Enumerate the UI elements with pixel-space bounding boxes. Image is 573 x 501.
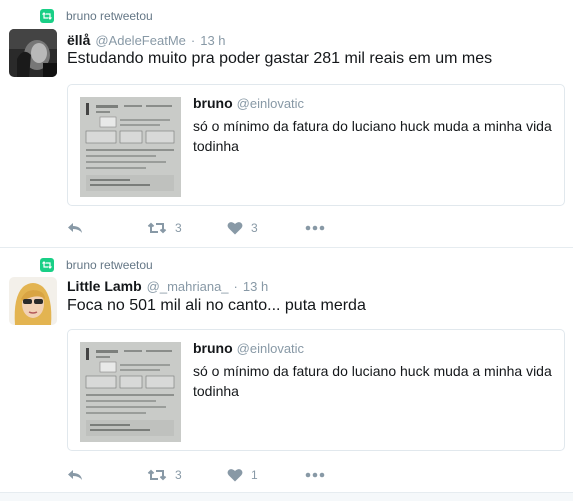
heart-icon bbox=[227, 468, 243, 482]
quoted-tweet-image[interactable] bbox=[80, 97, 181, 197]
like-button[interactable]: 1 bbox=[227, 468, 305, 482]
quoted-author-name[interactable]: bruno bbox=[193, 95, 233, 111]
like-button[interactable]: 3 bbox=[227, 221, 305, 235]
retweet-button[interactable]: 3 bbox=[147, 468, 227, 482]
retweet-context: bruno retweetou bbox=[40, 257, 153, 273]
tweet-text: Foca no 501 mil ali no canto... puta mer… bbox=[67, 297, 366, 314]
retweet-icon bbox=[40, 9, 54, 23]
quoted-tweet[interactable]: bruno @einlovatic só o mínimo da fatura … bbox=[67, 84, 565, 206]
like-count: 3 bbox=[251, 221, 258, 235]
quoted-tweet-header: bruno @einlovatic bbox=[193, 95, 304, 111]
retweet-icon bbox=[40, 258, 54, 272]
quoted-tweet[interactable]: bruno @einlovatic só o mínimo da fatura … bbox=[67, 329, 565, 451]
avatar[interactable] bbox=[9, 29, 57, 77]
timestamp[interactable]: 13 h bbox=[200, 33, 225, 48]
separator: · bbox=[190, 33, 196, 48]
more-icon bbox=[305, 472, 325, 478]
retweet-icon bbox=[147, 221, 167, 235]
more-icon bbox=[305, 225, 325, 231]
more-button[interactable] bbox=[305, 472, 325, 478]
retweet-icon bbox=[147, 468, 167, 482]
avatar[interactable] bbox=[9, 277, 57, 325]
reply-button[interactable] bbox=[67, 468, 147, 482]
tweet-header: ëllå @AdeleFeatMe · 13 h bbox=[67, 32, 226, 50]
like-count: 1 bbox=[251, 468, 258, 482]
quoted-author-name[interactable]: bruno bbox=[193, 340, 233, 356]
tweet[interactable]: bruno retweetou ëllå @AdeleFeatMe · 13 h… bbox=[0, 0, 573, 248]
reply-icon bbox=[67, 468, 83, 482]
timestamp[interactable]: 13 h bbox=[243, 279, 268, 294]
reply-icon bbox=[67, 221, 83, 235]
quoted-author-handle[interactable]: @einlovatic bbox=[237, 341, 304, 356]
retweet-button[interactable]: 3 bbox=[147, 221, 227, 235]
quoted-tweet-text: só o mínimo da fatura do luciano huck mu… bbox=[193, 363, 552, 399]
author-name[interactable]: ëllå bbox=[67, 32, 90, 48]
separator: · bbox=[233, 279, 238, 294]
tweet[interactable]: bruno retweetou Little Lamb @_mahriana_ … bbox=[0, 247, 573, 492]
retweeted-by-label[interactable]: bruno retweetou bbox=[66, 258, 153, 272]
author-handle[interactable]: @_mahriana_ bbox=[147, 279, 229, 294]
more-button[interactable] bbox=[305, 225, 325, 231]
heart-icon bbox=[227, 221, 243, 235]
author-name[interactable]: Little Lamb bbox=[67, 278, 142, 294]
quoted-tweet-header: bruno @einlovatic bbox=[193, 340, 304, 356]
quoted-author-handle[interactable]: @einlovatic bbox=[237, 96, 304, 111]
retweeted-by-label[interactable]: bruno retweetou bbox=[66, 9, 153, 23]
tweet-actions: 3 1 bbox=[67, 465, 325, 485]
retweet-count: 3 bbox=[175, 221, 182, 235]
retweet-context: bruno retweetou bbox=[40, 8, 153, 24]
tweet-actions: 3 3 bbox=[67, 218, 325, 238]
quoted-tweet-text: só o mínimo da fatura do luciano huck mu… bbox=[193, 118, 552, 154]
author-handle[interactable]: @AdeleFeatMe bbox=[95, 33, 186, 48]
retweet-count: 3 bbox=[175, 468, 182, 482]
reply-button[interactable] bbox=[67, 221, 147, 235]
tweet-header: Little Lamb @_mahriana_ · 13 h bbox=[67, 278, 268, 296]
quoted-tweet-image[interactable] bbox=[80, 342, 181, 442]
tweet-text: Estudando muito pra poder gastar 281 mil… bbox=[67, 50, 493, 67]
